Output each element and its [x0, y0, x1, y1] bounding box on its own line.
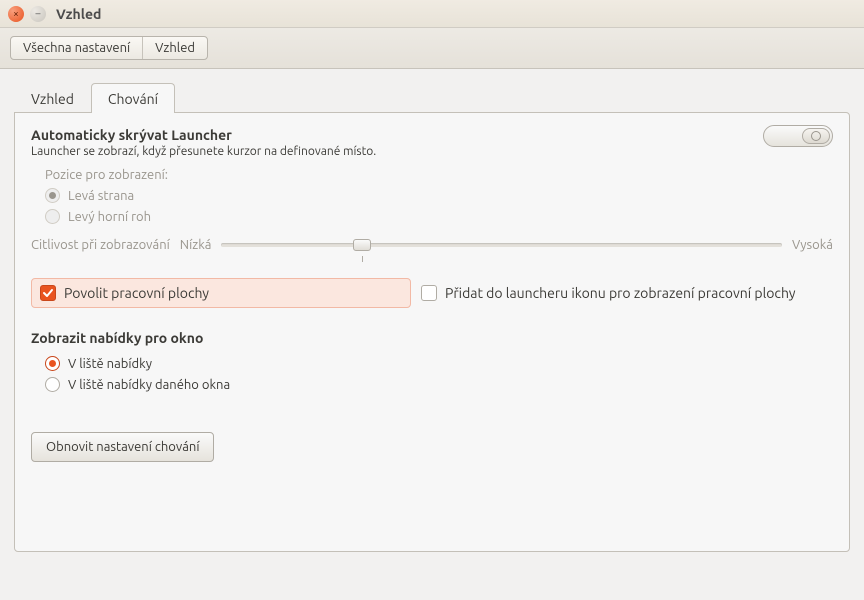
radio-window-titlebar-input[interactable]	[45, 377, 60, 392]
tabs: Vzhled Chování	[14, 83, 850, 112]
radio-top-left-label: Levý horní roh	[68, 210, 151, 224]
radio-menubar[interactable]: V liště nabídky	[45, 356, 833, 371]
sensitivity-row: Citlivost při zobrazování Nízká Vysoká	[45, 234, 833, 256]
radio-left-side-label: Levá strana	[68, 189, 134, 203]
sensitivity-label: Citlivost při zobrazování	[31, 238, 170, 252]
breadcrumb-current[interactable]: Vzhled	[143, 37, 207, 59]
breadcrumb-all-settings[interactable]: Všechna nastavení	[11, 37, 143, 59]
enable-workspaces-highlight: Povolit pracovní plochy	[31, 278, 411, 308]
radio-top-left: Levý horní roh	[45, 209, 833, 224]
reveal-position-group: Pozice pro zobrazení: Levá strana Levý h…	[45, 168, 833, 256]
switch-knob	[802, 128, 830, 144]
toolbar: Všechna nastavení Vzhled	[0, 28, 864, 69]
autohide-switch[interactable]	[763, 125, 833, 147]
section-autohide-title: Automaticky skrývat Launcher	[31, 127, 833, 143]
radio-left-side: Levá strana	[45, 188, 833, 203]
slider-track	[221, 243, 782, 247]
radio-top-left-input	[45, 209, 60, 224]
sensitivity-slider	[221, 234, 782, 256]
enable-workspaces-checkbox[interactable]	[40, 285, 56, 301]
slider-thumb	[353, 239, 371, 251]
radio-menubar-input[interactable]	[45, 356, 60, 371]
show-desktop-icon-checkbox[interactable]	[421, 285, 437, 301]
workspaces-row: Povolit pracovní plochy Přidat do launch…	[31, 278, 833, 308]
slider-tick	[362, 256, 363, 262]
sensitivity-low: Nízká	[180, 238, 212, 252]
content-area: Vzhled Chování Automaticky skrývat Launc…	[0, 69, 864, 552]
window-minimize-button[interactable]: –	[30, 6, 46, 22]
menus-title: Zobrazit nabídky pro okno	[31, 330, 833, 346]
radio-window-titlebar[interactable]: V liště nabídky daného okna	[45, 377, 833, 392]
section-autohide-desc: Launcher se zobrazí, když přesunete kurz…	[31, 145, 833, 158]
window-title: Vzhled	[56, 6, 101, 22]
show-desktop-icon-row: Přidat do launcheru ikonu pro zobrazení …	[421, 285, 796, 301]
settings-panel: Automaticky skrývat Launcher Launcher se…	[14, 112, 850, 552]
breadcrumb: Všechna nastavení Vzhled	[10, 36, 208, 60]
reveal-position-label: Pozice pro zobrazení:	[45, 168, 833, 182]
titlebar: × – Vzhled	[0, 0, 864, 28]
restore-defaults-button[interactable]: Obnovit nastavení chování	[31, 432, 214, 462]
enable-workspaces-label: Povolit pracovní plochy	[64, 285, 209, 301]
show-desktop-icon-label: Přidat do launcheru ikonu pro zobrazení …	[445, 285, 796, 301]
tab-look[interactable]: Vzhled	[14, 83, 91, 113]
sensitivity-high: Vysoká	[792, 238, 833, 252]
radio-window-titlebar-label: V liště nabídky daného okna	[68, 378, 230, 392]
window-close-button[interactable]: ×	[8, 6, 24, 22]
tab-behavior[interactable]: Chování	[91, 83, 175, 113]
radio-menubar-label: V liště nabídky	[68, 357, 152, 371]
radio-left-side-input	[45, 188, 60, 203]
